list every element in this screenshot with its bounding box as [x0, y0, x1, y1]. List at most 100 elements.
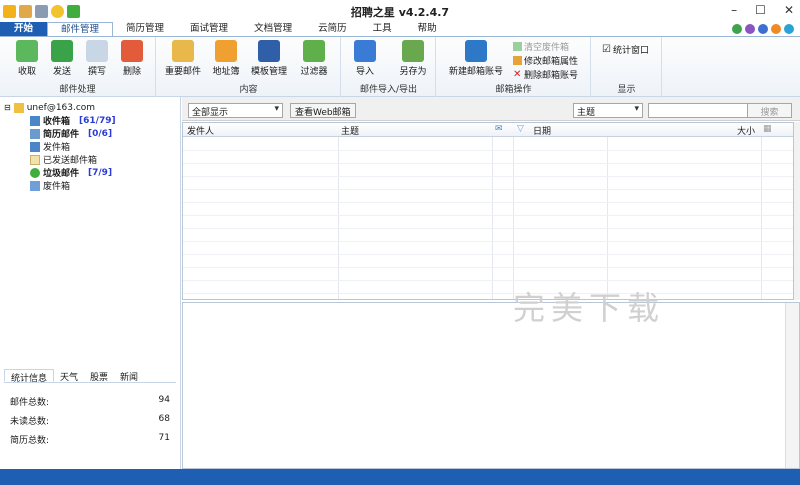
group-io-label: 邮件导入/导出: [359, 85, 418, 95]
stat-row: 未读总数: 68: [10, 414, 170, 427]
stat-row: 简历总数: 71: [10, 433, 170, 446]
group-content: 重要邮件 地址簿 模板管理 过滤器 内容: [157, 37, 341, 97]
receive-icon: [16, 40, 38, 62]
tab-cloud-resume[interactable]: 云简历: [305, 22, 360, 37]
group-content-label: 内容: [239, 85, 258, 95]
address-book-button[interactable]: 地址簿: [209, 40, 243, 77]
recycle-icon: [30, 167, 40, 178]
tab-mail[interactable]: 邮件管理: [47, 22, 114, 37]
tab-help[interactable]: 帮助: [405, 22, 450, 37]
sort-icon[interactable]: ▽: [517, 124, 524, 134]
folder-sent[interactable]: 已发送邮件箱: [30, 153, 116, 166]
compose-icon: [86, 40, 108, 62]
save-as-button[interactable]: 另存为: [394, 40, 432, 77]
edit-account-button[interactable]: 修改邮箱属性: [513, 54, 578, 67]
maximize-button[interactable]: ☐: [755, 3, 766, 17]
col-subject[interactable]: 主题: [341, 124, 359, 137]
important-mail-icon: [172, 40, 194, 62]
search-input[interactable]: [648, 103, 762, 118]
col-sender[interactable]: 发件人: [187, 124, 214, 137]
template-icon: [258, 40, 280, 62]
group-mail: 收取 发送 撰写 删除 邮件处理: [0, 37, 156, 97]
red-x-icon: ✕: [513, 69, 522, 80]
send-button[interactable]: 发送: [45, 40, 79, 77]
folder-spam[interactable]: 垃圾邮件 [7/9]: [30, 166, 116, 179]
filter-bar: 全部显示 查看Web邮箱 主题 搜索: [182, 97, 800, 121]
receive-button[interactable]: 收取: [10, 40, 44, 77]
tab-stocks[interactable]: 股票: [84, 369, 114, 383]
mail-pane: 全部显示 查看Web邮箱 主题 搜索 发件人 主题 ✉ ▽ 日期 大小 ▦ 完美…: [182, 97, 800, 469]
import-button[interactable]: 导入: [348, 40, 382, 77]
close-button[interactable]: ✕: [784, 3, 794, 17]
folder-tree: ⊟ unef@163.com 收件箱 [61/79] 简历邮件 [0/6] 发件箱 已…: [4, 101, 116, 192]
display-filter-select[interactable]: 全部显示: [188, 103, 283, 118]
status-bar: [0, 469, 800, 485]
tab-resume[interactable]: 简历管理: [113, 22, 177, 37]
skin-green-icon[interactable]: [732, 24, 742, 34]
important-mail-button[interactable]: 重要邮件: [163, 40, 203, 77]
tab-interview[interactable]: 面试管理: [177, 22, 241, 37]
group-io: 导入 另存为 邮件导入/导出: [342, 37, 436, 97]
send-icon: [51, 40, 73, 62]
stats-window-checkbox[interactable]: ☑ 统计窗口: [602, 43, 649, 56]
title-bar: 招聘之星 v4.2.4.7 – ☐ ✕: [0, 0, 800, 22]
account-node[interactable]: ⊟ unef@163.com: [4, 101, 116, 114]
group-mailbox-label: 邮箱操作: [495, 85, 532, 95]
skin-orange-icon[interactable]: [771, 24, 781, 34]
window-title: 招聘之星 v4.2.4.7: [350, 6, 450, 19]
group-mail-label: 邮件处理: [59, 85, 96, 95]
search-button[interactable]: 搜索: [747, 103, 792, 118]
tab-docs[interactable]: 文档管理: [241, 22, 305, 37]
skin-purple-icon[interactable]: [745, 24, 755, 34]
preview-scrollbar[interactable]: [785, 303, 799, 468]
import-icon: [354, 40, 376, 62]
checkbox-icon: ☑: [602, 44, 611, 55]
stats-panel: 邮件总数: 94 未读总数: 68 简历总数: 71: [10, 395, 170, 452]
view-web-mail-button[interactable]: 查看Web邮箱: [290, 103, 356, 118]
recycle-icon: [513, 42, 522, 51]
resume-icon: [30, 128, 40, 139]
filter-icon: [303, 40, 325, 62]
col-size[interactable]: 大小: [737, 124, 755, 137]
folder-resume[interactable]: 简历邮件 [0/6]: [30, 127, 116, 140]
tab-start[interactable]: 开始: [0, 22, 48, 37]
template-button[interactable]: 模板管理: [249, 40, 289, 77]
search-field-select[interactable]: 主题: [573, 103, 643, 118]
col-date[interactable]: 日期: [533, 124, 551, 137]
save-as-icon: [402, 40, 424, 62]
envelope-icon: [30, 154, 40, 165]
list-scrollbar[interactable]: [794, 122, 800, 300]
skin-orbs: [732, 24, 794, 34]
skin-blue-icon[interactable]: [758, 24, 768, 34]
folder-trash[interactable]: 废件箱: [30, 179, 116, 192]
ribbon: 收取 发送 撰写 删除 邮件处理 重要邮件 地址簿 模板管理 过滤器 内容 导入…: [0, 37, 800, 97]
stats-tabs: 统计信息 天气 股票 新闻: [4, 369, 176, 384]
empty-trash-button[interactable]: 清空废件箱: [513, 40, 569, 53]
pencil-icon: [513, 56, 522, 65]
watermark: 完美下载: [513, 289, 666, 327]
address-book-icon: [215, 40, 237, 62]
new-account-button[interactable]: 新建邮箱账号: [445, 40, 507, 77]
mailbox-icon: [465, 40, 487, 62]
column-chooser-icon[interactable]: ▦: [763, 124, 772, 134]
collapse-icon[interactable]: ⊟: [4, 103, 11, 112]
mail-list[interactable]: 发件人 主题 ✉ ▽ 日期 大小 ▦: [182, 122, 794, 300]
tab-weather[interactable]: 天气: [54, 369, 84, 383]
delete-icon: [121, 40, 143, 62]
tab-stats[interactable]: 统计信息: [4, 369, 55, 384]
delete-button[interactable]: 删除: [115, 40, 149, 77]
delete-account-button[interactable]: ✕ 删除邮箱账号: [513, 68, 578, 82]
group-display: ☑ 统计窗口 显示: [592, 37, 662, 97]
minimize-button[interactable]: –: [731, 3, 737, 17]
compose-button[interactable]: 撰写: [80, 40, 114, 77]
folder-outbox[interactable]: 发件箱: [30, 140, 116, 153]
filter-button[interactable]: 过滤器: [297, 40, 331, 77]
attachment-icon[interactable]: ✉: [495, 124, 503, 134]
mail-preview[interactable]: 完美下载: [182, 289, 800, 469]
tab-news[interactable]: 新闻: [114, 369, 144, 383]
trash-icon: [30, 180, 40, 191]
folder-inbox[interactable]: 收件箱 [61/79]: [30, 114, 116, 127]
skin-ball-icon[interactable]: [784, 24, 794, 34]
mail-list-header: 发件人 主题 ✉ ▽ 日期 大小 ▦: [183, 123, 793, 137]
tab-tools[interactable]: 工具: [360, 22, 405, 37]
